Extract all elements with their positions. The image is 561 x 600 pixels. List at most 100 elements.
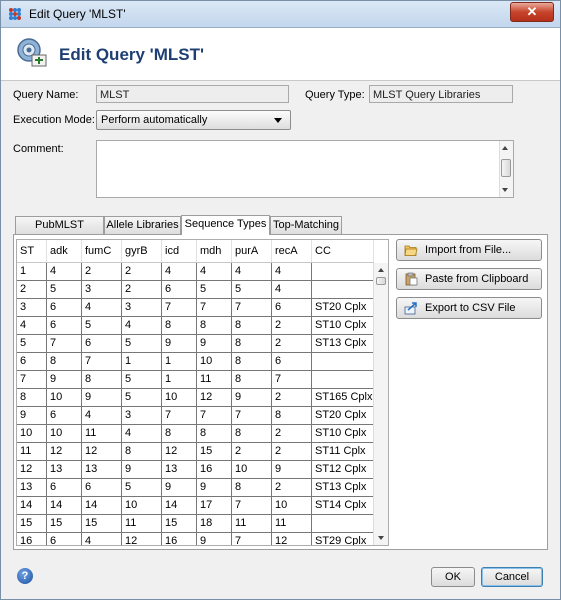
table-cell[interactable]: 5 (197, 281, 232, 299)
table-cell[interactable]: 4 (82, 299, 122, 317)
table-cell[interactable]: ST10 Cplx (312, 317, 374, 335)
table-cell[interactable]: 5 (122, 371, 162, 389)
table-cell[interactable]: 6 (82, 335, 122, 353)
table-cell[interactable]: 14 (47, 497, 82, 515)
table-cell[interactable]: 4 (82, 533, 122, 545)
table-cell[interactable]: 4 (122, 317, 162, 335)
table-cell[interactable]: 16 (17, 533, 47, 545)
table-row[interactable]: 13 6 6 5 9 9 8 2 ST13 Cplx (17, 479, 374, 497)
table-cell[interactable]: 7 (232, 299, 272, 317)
table-cell[interactable]: 2 (272, 335, 312, 353)
table-cell[interactable]: 11 (197, 371, 232, 389)
cancel-button[interactable]: Cancel (481, 567, 543, 587)
table-cell[interactable]: 15 (17, 515, 47, 533)
table-cell[interactable]: 5 (122, 389, 162, 407)
table-cell[interactable]: 8 (272, 407, 312, 425)
table-cell[interactable]: 4 (232, 263, 272, 281)
table-cell[interactable]: 3 (122, 299, 162, 317)
table-cell[interactable]: 1 (162, 371, 197, 389)
table-cell[interactable]: 10 (47, 389, 82, 407)
table-cell[interactable]: 7 (82, 353, 122, 371)
table-cell[interactable]: 12 (17, 461, 47, 479)
ok-button[interactable]: OK (431, 567, 475, 587)
table-cell[interactable]: 8 (232, 353, 272, 371)
table-cell[interactable]: 16 (197, 461, 232, 479)
table-cell[interactable]: 9 (162, 479, 197, 497)
table-cell[interactable]: ST165 Cplx (312, 389, 374, 407)
table-cell[interactable]: 10 (122, 497, 162, 515)
table-cell[interactable]: 2 (17, 281, 47, 299)
table-cell[interactable]: 5 (122, 335, 162, 353)
column-header[interactable]: icd (162, 240, 197, 262)
table-cell[interactable]: 7 (47, 335, 82, 353)
table-cell[interactable]: ST12 Cplx (312, 461, 374, 479)
table-cell[interactable]: 11 (232, 515, 272, 533)
table-cell[interactable]: 6 (47, 407, 82, 425)
export-to-csv-button[interactable]: Export to CSV File (396, 297, 542, 319)
table-cell[interactable]: 8 (82, 371, 122, 389)
column-header[interactable]: mdh (197, 240, 232, 262)
table-cell[interactable]: 2 (232, 443, 272, 461)
table-cell[interactable]: 4 (17, 317, 47, 335)
table-cell[interactable]: 15 (197, 443, 232, 461)
table-row[interactable]: 6 8 7 1 1 10 8 6 (17, 353, 374, 371)
table-cell[interactable]: 6 (162, 281, 197, 299)
paste-from-clipboard-button[interactable]: Paste from Clipboard (396, 268, 542, 290)
table-cell[interactable]: 10 (232, 461, 272, 479)
table-cell[interactable]: 6 (47, 317, 82, 335)
table-cell[interactable]: 16 (162, 533, 197, 545)
table-cell[interactable]: 12 (47, 443, 82, 461)
table-cell[interactable]: 2 (82, 263, 122, 281)
table-cell[interactable]: 7 (197, 299, 232, 317)
table-cell[interactable]: 9 (47, 371, 82, 389)
table-row[interactable]: 5 7 6 5 9 9 8 2 ST13 Cplx (17, 335, 374, 353)
table-cell[interactable]: 6 (17, 353, 47, 371)
table-cell[interactable]: 10 (17, 425, 47, 443)
table-row[interactable]: 8 10 9 5 10 12 9 2 ST165 Cplx (17, 389, 374, 407)
column-header[interactable]: recA (272, 240, 312, 262)
table-cell[interactable]: 11 (272, 515, 312, 533)
table-cell[interactable]: 13 (17, 479, 47, 497)
table-cell[interactable]: 6 (82, 479, 122, 497)
table-cell[interactable]: 4 (47, 263, 82, 281)
table-cell[interactable]: 8 (232, 371, 272, 389)
table-cell[interactable]: 9 (197, 479, 232, 497)
table-cell[interactable]: 8 (17, 389, 47, 407)
table-cell[interactable]: 13 (82, 461, 122, 479)
table-cell[interactable]: 13 (47, 461, 82, 479)
table-cell[interactable] (312, 263, 374, 281)
table-cell[interactable]: 1 (162, 353, 197, 371)
table-cell[interactable]: ST13 Cplx (312, 335, 374, 353)
table-cell[interactable]: 9 (82, 389, 122, 407)
table-cell[interactable] (312, 371, 374, 389)
table-cell[interactable]: 10 (272, 497, 312, 515)
table-row[interactable]: 11 12 12 8 12 15 2 2 ST11 Cplx (17, 443, 374, 461)
scroll-thumb[interactable] (501, 159, 511, 177)
comment-textarea[interactable] (96, 140, 514, 198)
table-cell[interactable]: 5 (82, 317, 122, 335)
table-row[interactable]: 3 6 4 3 7 7 7 6 ST20 Cplx (17, 299, 374, 317)
column-header[interactable]: purA (232, 240, 272, 262)
table-cell[interactable]: 10 (197, 353, 232, 371)
table-cell[interactable]: 8 (122, 443, 162, 461)
table-row[interactable]: 15 15 15 11 15 18 11 11 (17, 515, 374, 533)
table-cell[interactable]: 4 (162, 263, 197, 281)
table-cell[interactable]: 4 (82, 407, 122, 425)
table-cell[interactable]: 9 (197, 335, 232, 353)
table-cell[interactable]: 1 (17, 263, 47, 281)
table-cell[interactable]: 9 (232, 389, 272, 407)
table-cell[interactable]: ST11 Cplx (312, 443, 374, 461)
table-cell[interactable]: 7 (17, 371, 47, 389)
tab-top-matching[interactable]: Top-Matching (270, 216, 342, 234)
table-cell[interactable]: 7 (272, 371, 312, 389)
table-cell[interactable]: 9 (197, 533, 232, 545)
table-cell[interactable]: 8 (162, 425, 197, 443)
table-row[interactable]: 4 6 5 4 8 8 8 2 ST10 Cplx (17, 317, 374, 335)
table-cell[interactable]: 4 (197, 263, 232, 281)
table-cell[interactable]: 7 (232, 533, 272, 545)
table-row[interactable]: 9 6 4 3 7 7 7 8 ST20 Cplx (17, 407, 374, 425)
table-cell[interactable]: ST13 Cplx (312, 479, 374, 497)
table-cell[interactable]: ST20 Cplx (312, 299, 374, 317)
table-cell[interactable]: 1 (122, 353, 162, 371)
table-cell[interactable]: 11 (122, 515, 162, 533)
